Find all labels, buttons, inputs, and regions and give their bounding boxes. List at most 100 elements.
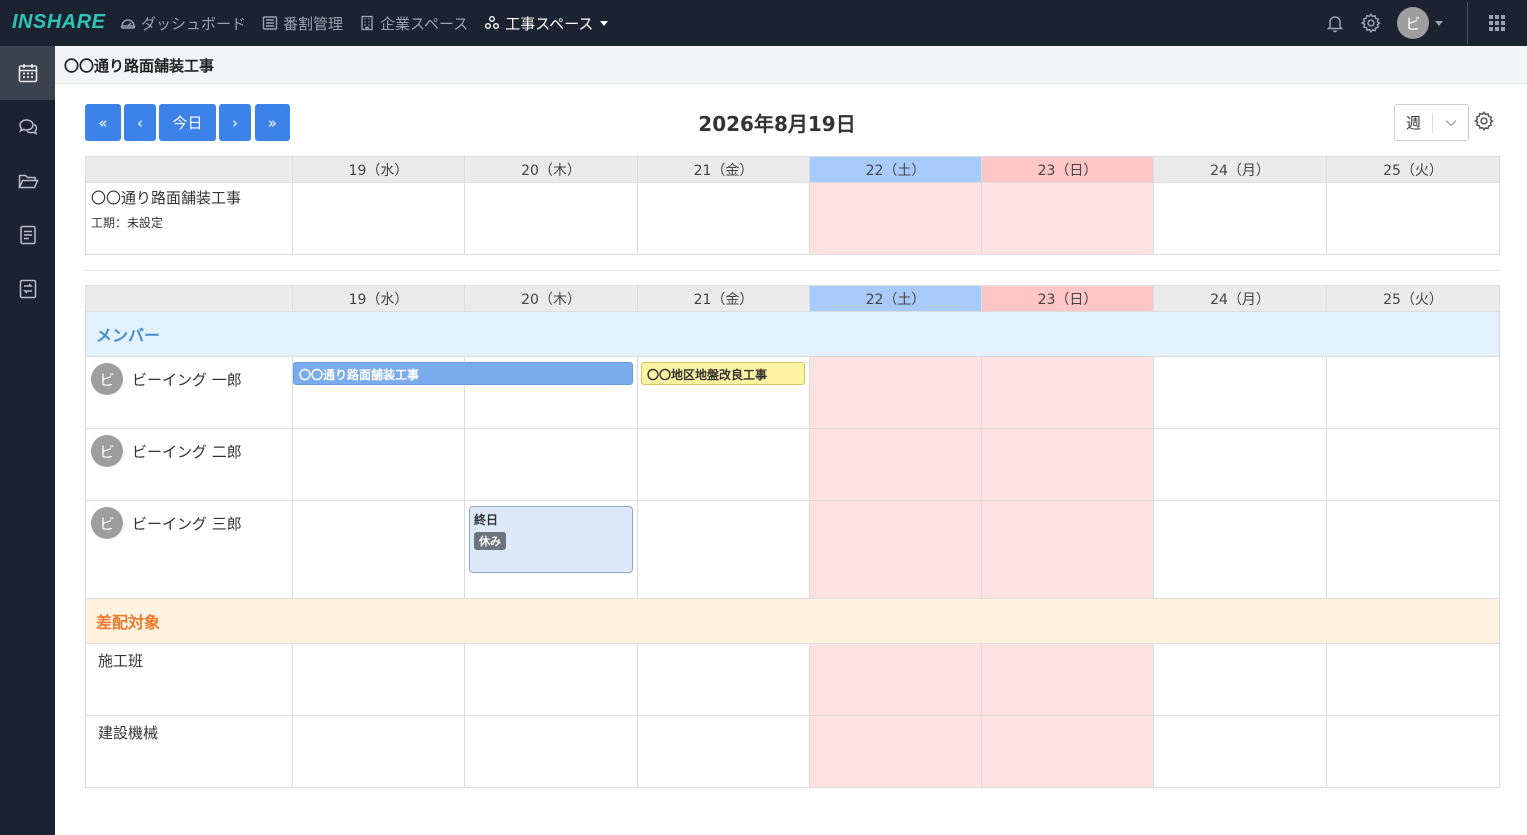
day-cell[interactable]	[1326, 500, 1500, 599]
day-cell[interactable]	[1326, 428, 1500, 501]
section-members-title: メンバー	[85, 311, 1500, 357]
project-name: 〇〇通り路面舗装工事	[91, 189, 242, 207]
nav-company-space-label: 企業スペース	[380, 14, 469, 33]
day-cell[interactable]	[292, 428, 465, 501]
day-cell[interactable]	[1326, 643, 1500, 716]
page-header: 〇〇通り路面舗装工事	[55, 46, 1527, 84]
last-button[interactable]: »	[255, 104, 290, 141]
day-header: 20（木）	[464, 156, 638, 183]
user-menu[interactable]: ビ	[1397, 7, 1443, 39]
sidebar-item-chat[interactable]	[0, 100, 55, 154]
settings-button[interactable]	[1359, 11, 1383, 35]
day-cell[interactable]	[1153, 356, 1327, 429]
day-cell[interactable]	[981, 643, 1154, 716]
day-cell[interactable]	[1153, 715, 1327, 788]
target-name[interactable]: 建設機械	[85, 715, 293, 788]
day-cell[interactable]	[637, 500, 810, 599]
section-targets-title: 差配対象	[85, 598, 1500, 644]
day-cell[interactable]	[637, 428, 810, 501]
section-targets-row: 差配対象	[85, 598, 1500, 644]
day-header: 20（木）	[464, 285, 638, 312]
day-header-saturday: 22（土）	[809, 156, 982, 183]
view-select[interactable]: 週	[1394, 104, 1469, 141]
day-cell[interactable]	[809, 643, 982, 716]
day-cell[interactable]	[809, 428, 982, 501]
nav-assignment-label: 番割管理	[283, 14, 344, 33]
apps-button[interactable]	[1485, 11, 1509, 35]
day-cell[interactable]	[809, 182, 982, 255]
corner-cell	[85, 156, 293, 183]
member-cell[interactable]: ビビーイング 三郎	[85, 500, 293, 599]
nav-construction-space-label: 工事スペース	[505, 14, 594, 33]
nav-dashboard[interactable]: ダッシュボード	[120, 13, 246, 34]
day-cell[interactable]	[981, 356, 1154, 429]
event-ground-improvement[interactable]: 〇〇地区地盤改良工事	[641, 362, 805, 385]
exchange-icon	[19, 279, 36, 299]
list-icon	[262, 16, 278, 30]
day-cell[interactable]	[292, 182, 465, 255]
event-road-paving[interactable]: 〇〇通り路面舗装工事	[293, 362, 633, 385]
day-cell[interactable]	[1153, 428, 1327, 501]
sidebar-item-calendar[interactable]	[0, 46, 55, 100]
sidebar-item-exchange[interactable]	[0, 262, 55, 316]
day-cell[interactable]	[1326, 356, 1500, 429]
corner-cell	[85, 285, 293, 312]
app-logo[interactable]: INSHARE	[12, 11, 106, 34]
day-cell[interactable]	[981, 715, 1154, 788]
day-cell[interactable]	[981, 182, 1154, 255]
first-button[interactable]: «	[85, 104, 121, 141]
member-cell[interactable]: ビビーイング 二郎	[85, 428, 293, 501]
day-cell[interactable]	[637, 643, 810, 716]
prev-button[interactable]: ‹	[124, 104, 156, 141]
day-cell[interactable]	[981, 428, 1154, 501]
calendar-settings-button[interactable]	[1473, 110, 1495, 132]
top-right-actions: ビ	[1323, 0, 1527, 46]
day-cell[interactable]	[809, 356, 982, 429]
avatar: ビ	[1397, 7, 1429, 39]
day-cell[interactable]	[1326, 182, 1500, 255]
view-select-value: 週	[1405, 114, 1421, 132]
day-header: 25（火）	[1326, 285, 1500, 312]
day-cell[interactable]	[292, 715, 465, 788]
next-button[interactable]: ›	[219, 104, 251, 141]
day-header-sunday: 23（日）	[981, 285, 1154, 312]
day-cell[interactable]	[809, 500, 982, 599]
day-cell[interactable]	[637, 715, 810, 788]
event-leave[interactable]: 終日 休み	[469, 506, 633, 573]
member-cell[interactable]: ビビーイング 一郎	[85, 356, 293, 429]
notification-button[interactable]	[1323, 11, 1347, 35]
avatar: ビ	[91, 435, 123, 467]
sidebar-item-documents[interactable]	[0, 208, 55, 262]
day-cell[interactable]	[464, 715, 638, 788]
nav-construction-space[interactable]: 工事スペース	[484, 13, 609, 34]
day-cell[interactable]	[1153, 182, 1327, 255]
project-cell[interactable]: 〇〇通り路面舗装工事 工期：未設定	[85, 182, 293, 255]
main-nav: ダッシュボード 番割管理 企業スペース 工事スペース	[120, 0, 624, 46]
day-cell[interactable]	[464, 428, 638, 501]
day-header: 19（水）	[292, 156, 465, 183]
day-cell[interactable]	[464, 643, 638, 716]
day-header: 24（月）	[1153, 285, 1327, 312]
day-cell[interactable]	[292, 500, 465, 599]
chevron-down-icon	[1435, 20, 1443, 26]
current-date: 2026年8月19日	[698, 112, 856, 136]
section-divider	[85, 270, 1499, 271]
day-cell[interactable]	[809, 715, 982, 788]
day-cell[interactable]	[981, 500, 1154, 599]
divider	[1467, 2, 1468, 44]
target-name[interactable]: 施工班	[85, 643, 293, 716]
day-cell[interactable]	[1153, 500, 1327, 599]
nav-assignment[interactable]: 番割管理	[262, 13, 343, 34]
day-cell[interactable]	[464, 182, 638, 255]
day-cell[interactable]	[1326, 715, 1500, 788]
nav-company-space[interactable]: 企業スペース	[359, 13, 468, 34]
member-name: ビーイング 一郎	[132, 370, 242, 389]
calendar-icon	[18, 64, 37, 83]
day-cell[interactable]	[637, 182, 810, 255]
project-calendar: 19（水） 20（木） 21（金） 22（土） 23（日） 24（月） 25（火…	[85, 156, 1500, 255]
day-cell[interactable]	[292, 643, 465, 716]
day-cell[interactable]	[1153, 643, 1327, 716]
sidebar-item-files[interactable]	[0, 154, 55, 208]
network-icon	[485, 16, 500, 29]
today-button[interactable]: 今日	[159, 104, 216, 141]
